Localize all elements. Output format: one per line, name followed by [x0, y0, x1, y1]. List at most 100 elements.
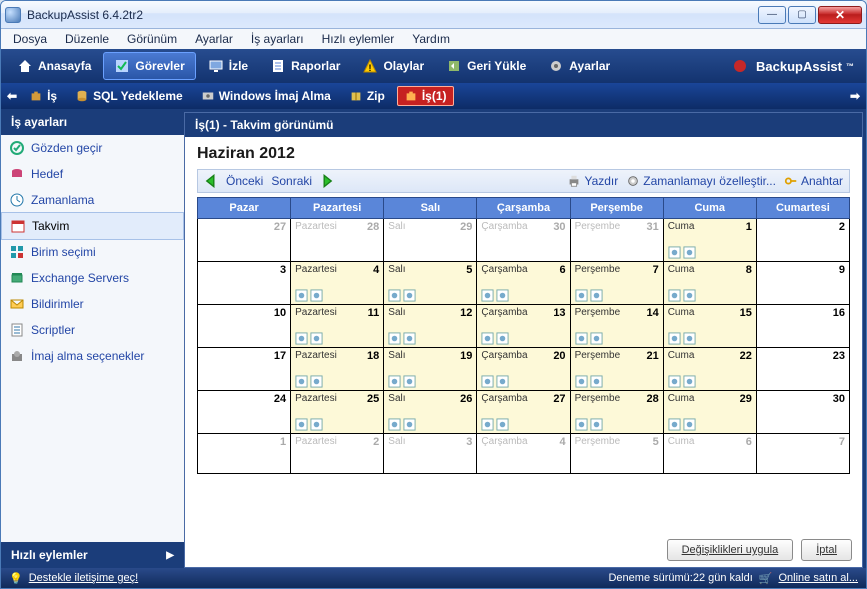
day-28[interactable]: 28Pazartesi — [291, 219, 384, 262]
tab-Görevler[interactable]: Görevler — [103, 52, 195, 80]
close-button[interactable]: ✕ — [818, 6, 862, 24]
brand-logo: BackupAssist™ — [732, 58, 860, 74]
menu-dosya[interactable]: Dosya — [13, 32, 47, 46]
sidebar-item-Takvim[interactable]: Takvim — [1, 212, 184, 240]
day-29[interactable]: 29Salı — [384, 219, 477, 262]
sidebar-item-Scriptler[interactable]: Scriptler — [1, 317, 184, 343]
day-30[interactable]: 30 — [756, 391, 849, 434]
tab-Geri Yükle[interactable]: Geri Yükle — [436, 52, 536, 80]
day-2[interactable]: 2Pazartesi — [291, 434, 384, 474]
day-3[interactable]: 3Salı — [384, 434, 477, 474]
tab-Raporlar[interactable]: Raporlar — [260, 52, 350, 80]
day-27[interactable]: 27Çarşamba — [477, 391, 570, 434]
subtool-Windows İmaj Alma[interactable]: Windows İmaj Alma — [195, 86, 337, 106]
sidebar-item-Exchange Servers[interactable]: Exchange Servers — [1, 265, 184, 291]
app-icon — [5, 7, 21, 23]
day-21[interactable]: 21Perşembe — [570, 348, 663, 391]
support-link[interactable]: Destekle iletişime geç! — [29, 572, 138, 584]
sidebar-item-Zamanlama[interactable]: Zamanlama — [1, 187, 184, 213]
customize-schedule-button[interactable]: Zamanlamayı özelleştir... — [626, 174, 776, 188]
job-icons — [575, 375, 659, 388]
day-6[interactable]: 6Cuma — [663, 434, 756, 474]
day-10[interactable]: 10 — [198, 305, 291, 348]
title: BackupAssist 6.4.2tr2 — [27, 8, 758, 22]
sidebar-item-Hedef[interactable]: Hedef — [1, 161, 184, 187]
menu-i̇ş ayarları[interactable]: İş ayarları — [251, 32, 304, 46]
cancel-button[interactable]: İptal — [801, 539, 852, 561]
menu-ayarlar[interactable]: Ayarlar — [195, 32, 233, 46]
menu-düzenle[interactable]: Düzenle — [65, 32, 109, 46]
sidebar-item-Bildirimler[interactable]: Bildirimler — [1, 291, 184, 317]
day-11[interactable]: 11Pazartesi — [291, 305, 384, 348]
day-5[interactable]: 5Salı — [384, 262, 477, 305]
maximize-button[interactable]: ▢ — [788, 6, 816, 24]
job-icons — [481, 418, 565, 431]
minimize-button[interactable]: — — [758, 6, 786, 24]
day-25[interactable]: 25Pazartesi — [291, 391, 384, 434]
day-13[interactable]: 13Çarşamba — [477, 305, 570, 348]
sidebar-header: İş ayarları — [1, 109, 184, 135]
next-button[interactable]: Sonraki — [271, 174, 312, 188]
day-27[interactable]: 27 — [198, 219, 291, 262]
tab-Olaylar[interactable]: !Olaylar — [352, 52, 434, 80]
menubar: Dosya Düzenle Görünüm Ayarlar İş ayarları Hız… — [1, 29, 866, 49]
subtool-İş(1)[interactable]: İş(1) — [397, 86, 454, 106]
tab-İzle[interactable]: İzle — [198, 52, 258, 80]
subtool-SQL Yedekleme[interactable]: SQL Yedekleme — [69, 86, 189, 106]
day-23[interactable]: 23 — [756, 348, 849, 391]
day-6[interactable]: 6Çarşamba — [477, 262, 570, 305]
day-22[interactable]: 22Cuma — [663, 348, 756, 391]
job-icons — [295, 289, 379, 302]
titlebar[interactable]: BackupAssist 6.4.2tr2 — ▢ ✕ — [1, 1, 866, 29]
day-14[interactable]: 14Perşembe — [570, 305, 663, 348]
subtool-İş[interactable]: İş — [23, 86, 63, 106]
day-18[interactable]: 18Pazartesi — [291, 348, 384, 391]
day-26[interactable]: 26Salı — [384, 391, 477, 434]
sidebar-item-İmaj alma seçenekler[interactable]: İmaj alma seçenekler — [1, 343, 184, 369]
day-31[interactable]: 31Perşembe — [570, 219, 663, 262]
buy-link[interactable]: Online satın al... — [779, 572, 859, 584]
day-19[interactable]: 19Salı — [384, 348, 477, 391]
subtool-Zip[interactable]: Zip — [343, 86, 391, 106]
day-28[interactable]: 28Perşembe — [570, 391, 663, 434]
day-1[interactable]: 1 — [198, 434, 291, 474]
tab-Ayarlar[interactable]: Ayarlar — [538, 52, 620, 80]
next-icon[interactable] — [320, 174, 334, 188]
day-12[interactable]: 12Salı — [384, 305, 477, 348]
day-29[interactable]: 29Cuma — [663, 391, 756, 434]
print-button[interactable]: Yazdır — [567, 174, 618, 188]
legend-button[interactable]: Anahtar — [784, 174, 843, 188]
day-20[interactable]: 20Çarşamba — [477, 348, 570, 391]
nav-back-icon[interactable]: ⬅ — [7, 89, 17, 103]
day-30[interactable]: 30Çarşamba — [477, 219, 570, 262]
apply-button[interactable]: Değişiklikleri uygula — [667, 539, 794, 561]
sidebar-item-Gözden geçir[interactable]: Gözden geçir — [1, 135, 184, 161]
job-icons — [575, 418, 659, 431]
day-7[interactable]: 7 — [756, 434, 849, 474]
day-15[interactable]: 15Cuma — [663, 305, 756, 348]
prev-icon[interactable] — [204, 174, 218, 188]
day-9[interactable]: 9 — [756, 262, 849, 305]
day-16[interactable]: 16 — [756, 305, 849, 348]
menu-hızlı eylemler[interactable]: Hızlı eylemler — [322, 32, 395, 46]
tab-Anasayfa[interactable]: Anasayfa — [7, 52, 101, 80]
dow-Cuma: Cuma — [663, 198, 756, 219]
menu-yardım[interactable]: Yardım — [412, 32, 450, 46]
day-5[interactable]: 5Perşembe — [570, 434, 663, 474]
day-8[interactable]: 8Cuma — [663, 262, 756, 305]
day-17[interactable]: 17 — [198, 348, 291, 391]
prev-button[interactable]: Önceki — [226, 174, 263, 188]
day-4[interactable]: 4Çarşamba — [477, 434, 570, 474]
day-7[interactable]: 7Perşembe — [570, 262, 663, 305]
sidebar-item-Birim seçimi[interactable]: Birim seçimi — [1, 239, 184, 265]
job-icons — [388, 332, 472, 345]
job-icons — [295, 332, 379, 345]
nav-forward-icon[interactable]: ➡ — [850, 89, 860, 103]
day-4[interactable]: 4Pazartesi — [291, 262, 384, 305]
day-24[interactable]: 24 — [198, 391, 291, 434]
menu-görünüm[interactable]: Görünüm — [127, 32, 177, 46]
quick-actions[interactable]: Hızlı eylemler ▶ — [1, 542, 184, 568]
day-3[interactable]: 3 — [198, 262, 291, 305]
day-2[interactable]: 2 — [756, 219, 849, 262]
day-1[interactable]: 1Cuma — [663, 219, 756, 262]
